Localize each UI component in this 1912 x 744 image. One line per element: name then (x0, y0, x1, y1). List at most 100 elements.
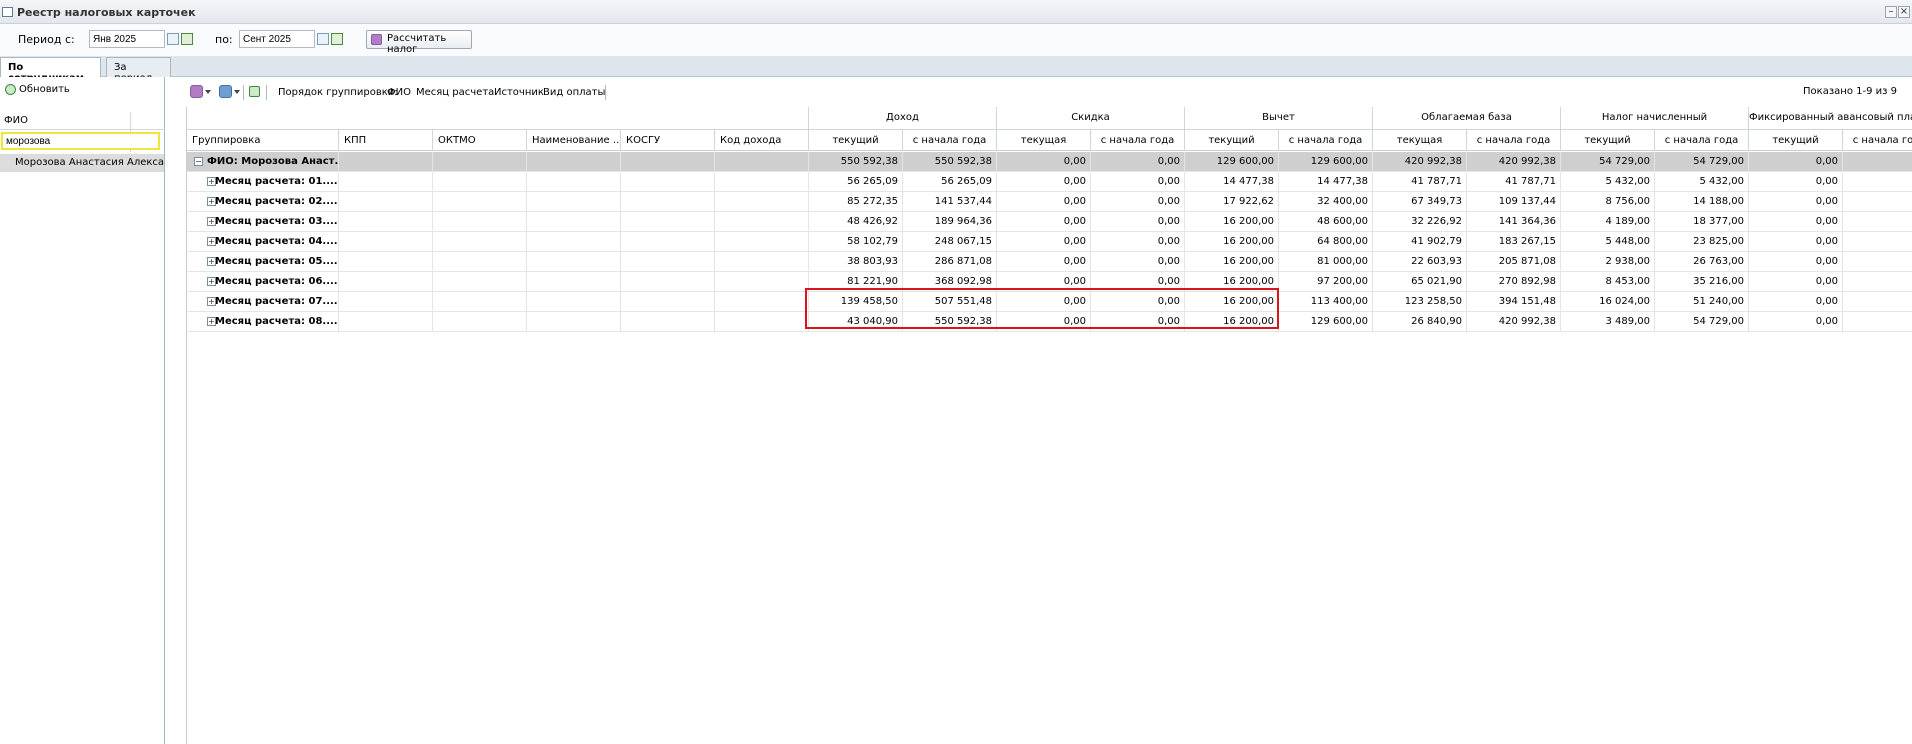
calculate-tax-button[interactable]: Рассчитать налог (366, 30, 472, 55)
empty-cell (339, 252, 433, 272)
print-menu-button[interactable] (219, 85, 240, 99)
grouping-cell: + Месяц расчета: 03.... (187, 212, 339, 232)
column-header[interactable]: с начала года (1091, 129, 1185, 151)
empty-cell (433, 152, 527, 172)
empty-cell (339, 292, 433, 312)
grouping-cell: + Месяц расчета: 02.... (187, 192, 339, 212)
value-cell: 0,00 (1091, 212, 1185, 232)
value-cell: 0,00 (997, 172, 1091, 192)
value-cell: 22 603,93 (1373, 252, 1467, 272)
period-to-field[interactable] (239, 30, 315, 48)
empty-cell (715, 232, 809, 252)
expand-icon[interactable]: + (207, 197, 216, 206)
group-header: Доход (809, 107, 997, 129)
refresh-button[interactable]: Обновить (19, 84, 70, 95)
collapse-icon[interactable]: − (194, 157, 203, 166)
grouping-label: Месяц расчета: 04.... (215, 236, 338, 247)
column-header[interactable]: текущий (1185, 129, 1279, 151)
column-header[interactable]: текущий (1749, 129, 1843, 151)
column-header[interactable]: КПП (339, 129, 433, 151)
expand-icon[interactable]: + (207, 277, 216, 286)
table-row[interactable]: + Месяц расчета: 04.... 58 102,79 248 067,1… (187, 232, 1912, 252)
column-header[interactable]: Код дохода (715, 129, 809, 151)
grouping-field-month[interactable]: Месяц расчета (416, 87, 494, 98)
column-header[interactable]: текущая (1373, 129, 1467, 151)
value-cell: 56 265,09 (809, 172, 903, 192)
column-header[interactable]: с начала года (1843, 129, 1912, 151)
value-cell: 48 426,92 (809, 212, 903, 232)
value-cell: 0 (1843, 152, 1912, 172)
value-cell: 0 (1843, 252, 1912, 272)
printer-icon (219, 85, 232, 98)
toolbar-separator (605, 85, 606, 100)
column-header[interactable]: с начала года (1279, 129, 1373, 151)
value-cell: 0,00 (997, 252, 1091, 272)
value-cell: 65 021,90 (1373, 272, 1467, 292)
value-cell: 0,00 (1091, 192, 1185, 212)
value-cell: 32 226,92 (1373, 212, 1467, 232)
value-cell: 286 871,08 (903, 252, 997, 272)
value-cell: 16 200,00 (1185, 232, 1279, 252)
group-header: Вычет (1185, 107, 1373, 129)
grouping-order-label: Порядок группировки: (278, 87, 398, 98)
column-header[interactable]: с начала года (1655, 129, 1749, 151)
expand-icon[interactable]: + (207, 317, 216, 326)
expand-icon[interactable]: + (207, 257, 216, 266)
value-cell: 8 453,00 (1561, 272, 1655, 292)
column-header[interactable]: КОСГУ (621, 129, 715, 151)
column-header[interactable]: Группировка (187, 129, 339, 151)
grouping-field-fio[interactable]: ФИО (387, 87, 411, 98)
value-cell: 16 200,00 (1185, 252, 1279, 272)
period-from-field[interactable] (89, 30, 165, 48)
period-from-label: Период с: (18, 33, 75, 46)
close-icon[interactable]: × (1898, 6, 1910, 18)
minimize-icon[interactable]: – (1885, 6, 1897, 18)
table-row[interactable]: + Месяц расчета: 01.... 56 265,09 56 265,09… (187, 172, 1912, 192)
toolbar-separator (266, 85, 267, 100)
empty-cell (715, 252, 809, 272)
column-header[interactable]: с начала года (1467, 129, 1561, 151)
month-picker-icon[interactable] (181, 33, 193, 45)
view-menu-button[interactable] (190, 85, 211, 99)
group-total-row[interactable]: − ФИО: Морозова Анаст... 550 592,38 550 592… (187, 152, 1912, 172)
fio-column-header[interactable]: ФИО (0, 112, 165, 152)
column-header[interactable]: текущая (997, 129, 1091, 151)
empty-cell (433, 232, 527, 252)
calendar-icon[interactable] (317, 33, 329, 45)
fio-filter-input[interactable] (1, 132, 160, 150)
column-header[interactable]: Наименование ... (527, 129, 621, 151)
empty-cell (433, 212, 527, 232)
grid-header-columns: Группировка КПП ОКТМО Наименование ... КОСГУ… (187, 129, 1912, 151)
refresh-icon[interactable] (5, 84, 16, 95)
refresh-icon[interactable] (249, 86, 260, 97)
empty-cell (433, 292, 527, 312)
group-header-spacer (187, 107, 809, 129)
table-row[interactable]: + Месяц расчета: 05.... 38 803,93 286 871,0… (187, 252, 1912, 272)
value-cell: 56 265,09 (903, 172, 997, 192)
column-header[interactable]: с начала года (903, 129, 997, 151)
tab-by-employees[interactable]: По сотрудникам (0, 57, 101, 84)
tab-by-period[interactable]: За период (106, 57, 171, 84)
empty-cell (621, 212, 715, 232)
empty-cell (715, 152, 809, 172)
dropdown-arrow-icon (234, 90, 240, 94)
value-cell: 0 (1843, 272, 1912, 292)
expand-icon[interactable]: + (207, 297, 216, 306)
value-cell: 41 787,71 (1467, 172, 1561, 192)
table-row[interactable]: + Месяц расчета: 03.... 48 426,92 189 964,3… (187, 212, 1912, 232)
grouping-field-source[interactable]: Источник (494, 87, 544, 98)
employee-list-item[interactable]: Морозова Анастасия Алекса... (0, 154, 164, 172)
expand-icon[interactable]: + (207, 217, 216, 226)
empty-cell (339, 272, 433, 292)
grouping-field-payment-type[interactable]: Вид оплаты (543, 87, 605, 98)
table-row[interactable]: + Месяц расчета: 02.... 85 272,35 141 537,4… (187, 192, 1912, 212)
column-header[interactable]: ОКТМО (433, 129, 527, 151)
column-header[interactable]: текущий (1561, 129, 1655, 151)
expand-icon[interactable]: + (207, 177, 216, 186)
value-cell: 141 364,36 (1467, 212, 1561, 232)
expand-icon[interactable]: + (207, 237, 216, 246)
month-picker-icon[interactable] (331, 33, 343, 45)
calendar-icon[interactable] (167, 33, 179, 45)
value-cell: 5 432,00 (1655, 172, 1749, 192)
column-header[interactable]: текущий (809, 129, 903, 151)
